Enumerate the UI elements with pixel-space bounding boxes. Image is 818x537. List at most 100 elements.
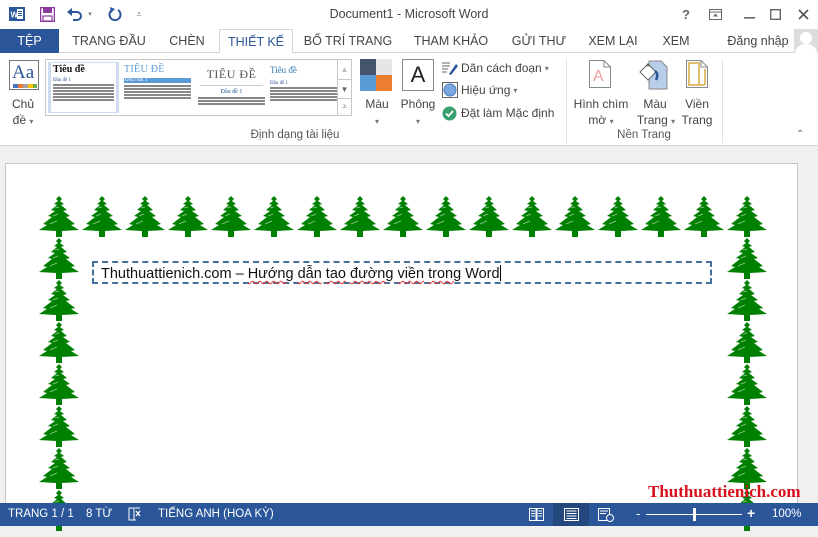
- help-button[interactable]: ?: [673, 4, 699, 24]
- chevron-up-icon: ▲: [340, 65, 349, 74]
- watermark-button[interactable]: A Hình chìm mờ ▾: [570, 56, 632, 128]
- colors-button[interactable]: Màu ▾: [358, 56, 396, 128]
- tab-home[interactable]: TRANG ĐẦU: [66, 29, 152, 53]
- document-text[interactable]: Thuthuattienich.com – Hướng dẫn tao đườn…: [101, 265, 501, 282]
- tree-border-icon: [38, 194, 80, 238]
- set-as-default-button[interactable]: Đặt làm Mặc định: [442, 104, 560, 122]
- tree-border-icon: [640, 194, 682, 238]
- ribbon: Aa Chủ đề ▾ Tiêu đề Đầu đề 1 TIÊU ĐỀ ĐẦU…: [0, 53, 818, 146]
- tree-border-icon: [554, 194, 596, 238]
- proofing-icon[interactable]: [128, 507, 144, 524]
- fonts-label: Phông: [400, 97, 436, 111]
- gallery-more-button[interactable]: ⩡: [337, 98, 351, 115]
- themes-button[interactable]: Aa Chủ đề ▾: [3, 56, 43, 128]
- page-count[interactable]: TRANG 1 / 1: [8, 508, 74, 520]
- ribbon-tabs: TỆP TRANG ĐẦU CHÈN THIẾT KẾ BỐ TRÍ TRANG…: [0, 29, 818, 54]
- tab-view[interactable]: XEM: [652, 29, 700, 53]
- tree-border-icon: [339, 194, 381, 238]
- misspelled-word[interactable]: tao: [326, 266, 346, 282]
- tree-border-icon: [124, 194, 166, 238]
- group-separator: [722, 59, 723, 143]
- spellcheck-underlined-text: Hướng dẫn tao đường viền trong: [248, 266, 461, 282]
- tab-design[interactable]: THIẾT KẾ: [219, 29, 293, 54]
- tree-border-icon: [597, 194, 639, 238]
- tree-border-icon: [296, 194, 338, 238]
- colors-icon: [360, 59, 392, 91]
- zoom-in-button[interactable]: +: [747, 505, 755, 521]
- collapse-ribbon-button[interactable]: ⌃: [796, 129, 804, 140]
- effects-button[interactable]: Hiệu ứng ▾: [442, 81, 557, 99]
- read-mode-button[interactable]: [518, 503, 554, 526]
- paragraph-spacing-dropdown-icon: ▾: [544, 63, 549, 73]
- paragraph-spacing-label: Dãn cách đoạn: [461, 61, 542, 75]
- tab-file[interactable]: TỆP: [0, 29, 59, 53]
- site-watermark: Thuthuattienich.com: [648, 482, 801, 501]
- misspelled-word[interactable]: đường: [350, 266, 393, 282]
- svg-text:A: A: [593, 68, 604, 85]
- tree-border-icon: [38, 236, 80, 280]
- effects-icon: [442, 82, 458, 98]
- page-color-button[interactable]: Màu Trang ▾: [633, 56, 677, 128]
- misspelled-word[interactable]: trong: [428, 266, 461, 282]
- tab-insert[interactable]: CHÈN: [160, 29, 214, 53]
- vertical-scrollbar[interactable]: [799, 146, 818, 502]
- style-set-item[interactable]: TIÊU ĐỀ Đầu đề 1: [196, 62, 267, 113]
- page-borders-button[interactable]: Viền Trang: [678, 56, 716, 128]
- gallery-scroll-up-button[interactable]: ▲: [337, 60, 351, 79]
- tree-border-icon: [726, 362, 768, 406]
- paragraph-spacing-button[interactable]: Dãn cách đoạn ▾: [442, 59, 557, 77]
- sign-in-link[interactable]: Đăng nhập: [722, 29, 794, 53]
- tree-border-icon: [425, 194, 467, 238]
- language-indicator[interactable]: TIẾNG ANH (HOA KỲ): [158, 508, 274, 520]
- document-page[interactable]: Thuthuattienich.com – Hướng dẫn tao đườn…: [5, 163, 798, 531]
- avatar-icon: [795, 32, 817, 53]
- print-layout-button[interactable]: [553, 503, 589, 526]
- zoom-slider-thumb[interactable]: [693, 508, 696, 521]
- ribbon-display-options-button[interactable]: [702, 4, 728, 24]
- tree-border-icon: [38, 404, 80, 448]
- themes-dropdown-icon: ▾: [29, 117, 34, 126]
- misspelled-word[interactable]: Hướng: [248, 266, 294, 282]
- style-set-item[interactable]: Tiêu đề Đầu đề 1: [268, 62, 339, 113]
- fonts-button[interactable]: A Phông ▾: [398, 56, 438, 128]
- minimize-button[interactable]: [736, 4, 762, 24]
- page-color-dropdown-icon: ▾: [671, 117, 676, 126]
- word-count[interactable]: 8 TỪ: [86, 508, 112, 520]
- maximize-icon: [769, 8, 781, 20]
- tree-border-icon: [382, 194, 424, 238]
- web-layout-button[interactable]: [588, 503, 624, 526]
- themes-label-2: đề: [12, 113, 26, 127]
- zoom-level[interactable]: 100%: [772, 508, 801, 520]
- read-mode-icon: [528, 508, 544, 521]
- misspelled-word[interactable]: viền: [397, 266, 424, 282]
- style-set-item[interactable]: Tiêu đề Đầu đề 1: [48, 62, 119, 113]
- text-box[interactable]: Thuthuattienich.com – Hướng dẫn tao đườn…: [92, 261, 712, 284]
- tab-references[interactable]: THAM KHẢO: [405, 29, 497, 53]
- tab-page-layout[interactable]: BỐ TRÍ TRANG: [300, 29, 396, 53]
- page-borders-label: Viền: [685, 97, 709, 111]
- style-set-item[interactable]: TIÊU ĐỀ ĐẦU ĐỀ 1: [122, 62, 193, 113]
- tree-border-icon: [81, 194, 123, 238]
- title-bar: W ▾ ⩡ Document1 - Microsoft Word ?: [0, 0, 818, 29]
- ribbon-display-options-icon: [708, 8, 722, 20]
- gallery-scroll-down-button[interactable]: ▼: [337, 79, 351, 98]
- tree-border-icon: [726, 320, 768, 364]
- page-borders-label-2: Trang: [681, 113, 713, 127]
- zoom-out-button[interactable]: -: [636, 506, 640, 521]
- tree-border-icon: [167, 194, 209, 238]
- tab-mailings[interactable]: GỬI THƯ: [506, 29, 572, 53]
- tree-border-icon: [726, 236, 768, 280]
- fonts-icon: A: [402, 59, 434, 91]
- chevron-down-icon: ▼: [340, 84, 349, 94]
- maximize-button[interactable]: [762, 4, 788, 24]
- user-avatar[interactable]: [794, 29, 818, 53]
- text-cursor: [499, 265, 501, 281]
- tab-review[interactable]: XEM LẠI: [580, 29, 646, 53]
- page-background-group-label: Nền Trang: [617, 129, 671, 141]
- misspelled-word[interactable]: dẫn: [298, 266, 322, 282]
- tree-border-icon: [38, 278, 80, 322]
- close-button[interactable]: [790, 4, 816, 24]
- tree-border-icon: [210, 194, 252, 238]
- document-area: Thuthuattienich.com – Hướng dẫn tao đườn…: [0, 146, 818, 531]
- tree-border-icon: [683, 194, 725, 238]
